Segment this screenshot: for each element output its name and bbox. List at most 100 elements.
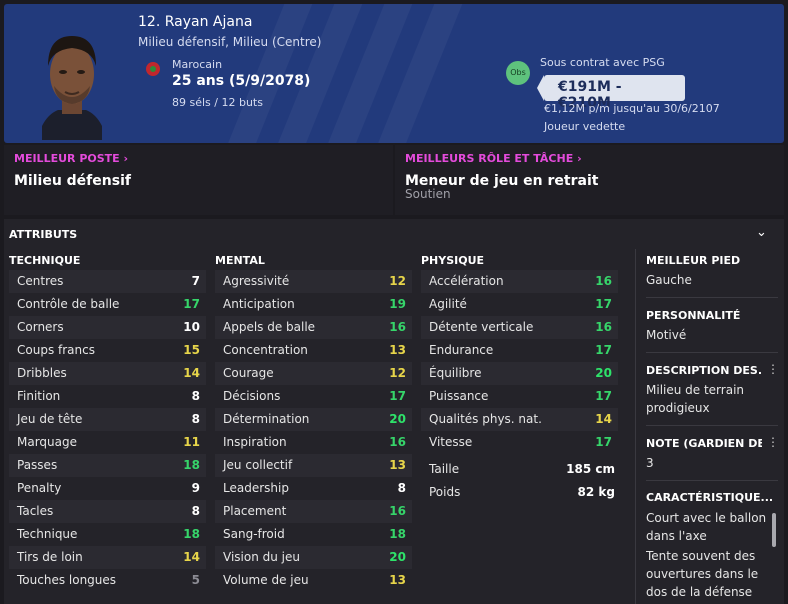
attribute-value: 8	[191, 389, 200, 403]
attribute-row[interactable]: Dribbles 14	[9, 362, 206, 385]
attribute-row[interactable]: Finition 8	[9, 385, 206, 408]
attribute-value: 20	[389, 412, 406, 426]
wage-info: €1,12M p/m jusqu'au 30/6/2107	[544, 102, 720, 115]
best-position-link[interactable]: MEILLEUR POSTE ›	[14, 152, 128, 165]
attribute-row[interactable]: Jeu collectif 13	[215, 454, 412, 477]
attribute-row[interactable]: Coups francs 15	[9, 339, 206, 362]
attribute-row[interactable]: Qualités phys. nat. 14	[421, 408, 618, 431]
trait-item: Tente souvent des ouvertures dans le dos…	[646, 549, 759, 596]
attribute-row[interactable]: Tirs de loin 14	[9, 546, 206, 569]
side-separator	[646, 352, 778, 353]
height-value: 185 cm	[566, 462, 615, 476]
attribute-row[interactable]: Inspiration 16	[215, 431, 412, 454]
attribute-value: 19	[389, 297, 406, 311]
goalkeeper-rating-section: NOTE (GARDIEN DE... 3	[646, 437, 778, 472]
attribute-value: 11	[183, 435, 200, 449]
description-value: Milieu de terrain prodigieux	[646, 383, 745, 415]
attribute-row[interactable]: Vision du jeu 20	[215, 546, 412, 569]
traits-title: CARACTÉRISTIQUE...	[646, 491, 774, 504]
attribute-row[interactable]: Placement 16	[215, 500, 412, 523]
attribute-row[interactable]: Volume de jeu 13	[215, 569, 412, 592]
attribute-row[interactable]: Appels de balle 16	[215, 316, 412, 339]
attribute-value: 9	[191, 481, 200, 495]
attribute-row[interactable]: Détente verticale 16	[421, 316, 618, 339]
attribute-row[interactable]: Équilibre 20	[421, 362, 618, 385]
attribute-row[interactable]: Endurance 17	[421, 339, 618, 362]
attribute-row[interactable]: Jeu de tête 8	[9, 408, 206, 431]
attribute-value: 17	[595, 343, 612, 357]
attribute-row[interactable]: Accélération 16	[421, 270, 618, 293]
attribute-row[interactable]: Tacles 8	[9, 500, 206, 523]
attribute-row[interactable]: Corners 10	[9, 316, 206, 339]
attribute-row[interactable]: Vitesse 17	[421, 431, 618, 454]
attribute-label: Courage	[223, 366, 274, 380]
attribute-row[interactable]: Courage 12	[215, 362, 412, 385]
contract-club[interactable]: Sous contrat avec PSG	[540, 56, 665, 69]
attribute-row[interactable]: Marquage 11	[9, 431, 206, 454]
attribute-row[interactable]: Technique 18	[9, 523, 206, 546]
attribute-label: Dribbles	[17, 366, 67, 380]
attribute-value: 15	[183, 343, 200, 357]
attribute-label: Endurance	[429, 343, 494, 357]
attribute-label: Puissance	[429, 389, 489, 403]
attribute-value: 17	[389, 389, 406, 403]
attribute-row[interactable]: Puissance 17	[421, 385, 618, 408]
best-role-duty: Soutien	[405, 187, 451, 201]
attribute-label: Coups francs	[17, 343, 95, 357]
attribute-label: Marquage	[17, 435, 78, 449]
side-divider	[635, 249, 636, 604]
chevron-down-icon[interactable]: ⌄	[756, 225, 767, 240]
attribute-value: 16	[595, 274, 612, 288]
attribute-label: Volume de jeu	[223, 573, 309, 587]
personality-value: Motivé	[646, 328, 687, 342]
attribute-label: Détermination	[223, 412, 310, 426]
attribute-value: 8	[191, 412, 200, 426]
description-section: DESCRIPTION DES... Milieu de terrain pro…	[646, 364, 778, 417]
attribute-label: Inspiration	[223, 435, 287, 449]
best-foot-value: Gauche	[646, 273, 692, 287]
side-separator	[646, 480, 778, 481]
more-options-icon[interactable]: ⋮	[767, 362, 779, 376]
traits-scrollbar[interactable]	[772, 513, 776, 547]
attribute-value: 5	[191, 573, 200, 587]
scout-obs-icon[interactable]: Obs	[506, 61, 530, 85]
attribute-value: 17	[183, 297, 200, 311]
attribute-label: Agressivité	[223, 274, 290, 288]
attribute-label: Leadership	[223, 481, 289, 495]
attribute-label: Équilibre	[429, 366, 482, 380]
attribute-row[interactable]: Sang-froid 18	[215, 523, 412, 546]
player-portrait[interactable]	[34, 22, 110, 140]
personality-title: PERSONNALITÉ	[646, 309, 741, 322]
best-position-panel: MEILLEUR POSTE › Milieu défensif	[4, 145, 393, 215]
technique-header: TECHNIQUE	[9, 254, 81, 267]
side-separator	[646, 425, 778, 426]
attribute-row[interactable]: Touches longues 5	[9, 569, 206, 592]
attribute-row[interactable]: Décisions 17	[215, 385, 412, 408]
attribute-row[interactable]: Passes 18	[9, 454, 206, 477]
attribute-value: 16	[389, 435, 406, 449]
attribute-label: Décisions	[223, 389, 281, 403]
attribute-label: Vitesse	[429, 435, 473, 449]
attribute-value: 8	[191, 504, 200, 518]
attribute-row[interactable]: Agilité 17	[421, 293, 618, 316]
attribute-row[interactable]: Leadership 8	[215, 477, 412, 500]
more-options-icon[interactable]: ⋮	[767, 435, 779, 449]
player-nationality[interactable]: Marocain	[172, 58, 222, 71]
attribute-value: 16	[595, 320, 612, 334]
attribute-row[interactable]: Centres 7	[9, 270, 206, 293]
best-role-link[interactable]: MEILLEURS RÔLE ET TÂCHE ›	[405, 152, 582, 165]
attribute-row[interactable]: Contrôle de balle 17	[9, 293, 206, 316]
attribute-row[interactable]: Agressivité 12	[215, 270, 412, 293]
attribute-row[interactable]: Penalty 9	[9, 477, 206, 500]
attribute-value: 12	[389, 366, 406, 380]
attribute-value: 13	[389, 458, 406, 472]
attribute-label: Sang-froid	[223, 527, 285, 541]
attribute-value: 18	[183, 458, 200, 472]
attribute-value: 17	[595, 435, 612, 449]
morocco-flag-icon	[146, 62, 160, 76]
attribute-row[interactable]: Anticipation 19	[215, 293, 412, 316]
attribute-value: 18	[183, 527, 200, 541]
attribute-value: 18	[389, 527, 406, 541]
attribute-row[interactable]: Concentration 13	[215, 339, 412, 362]
attribute-row[interactable]: Détermination 20	[215, 408, 412, 431]
